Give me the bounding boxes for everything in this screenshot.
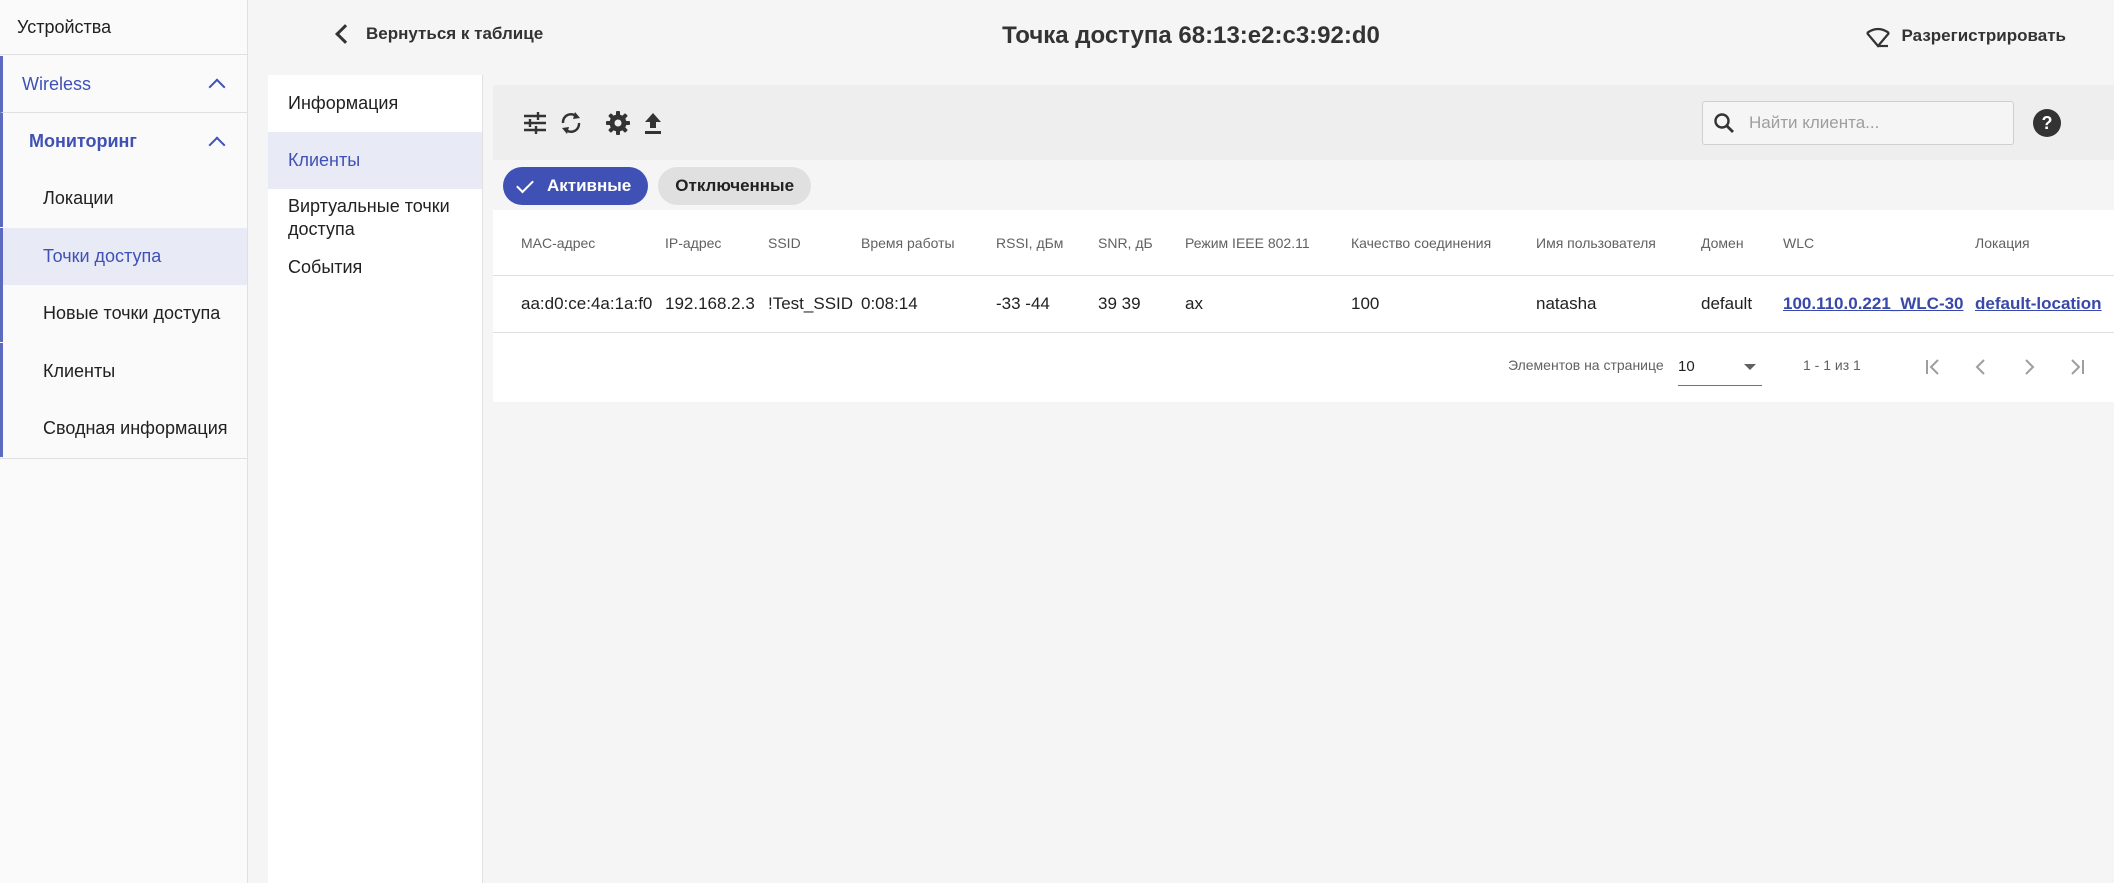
refresh-icon[interactable] [557,109,585,137]
wlc-link[interactable]: 100.110.0.221_WLC-30 [1783,276,1964,332]
page-range: 1 - 1 из 1 [1803,357,1861,373]
chevron-right-icon [2025,359,2035,375]
chip-disconnected[interactable]: Отключенные [658,167,812,205]
cell-snr: 39 39 [1098,294,1141,313]
column-header[interactable]: Качество соединения [1351,210,1491,275]
next-page-button[interactable] [2016,354,2042,380]
header: Вернуться к таблице Точка доступа 68:13:… [268,0,2114,75]
cell-ssid: !Test_SSID [768,294,854,313]
gear-icon [606,111,630,135]
help-icon[interactable]: ? [2033,109,2061,137]
last-page-icon [2071,359,2084,375]
chevron-left-icon [335,24,355,44]
tab-information[interactable]: Информация [268,75,482,132]
chevron-up-icon [208,78,226,96]
column-header[interactable]: WLC [1783,210,1814,275]
chip-label: Активные [547,176,632,195]
sidebar-item-label: Мониторинг [29,131,137,151]
sidebar-item-wireless[interactable]: Wireless [0,56,247,113]
clients-table: MAC-адрес IP-адрес SSID Время работы RSS… [493,210,2114,402]
page-size-select[interactable]: 10 [1678,348,1762,386]
cell-username: natasha [1536,294,1597,313]
column-header[interactable]: IP-адрес [665,210,721,275]
items-per-page-label: Элементов на странице [1508,357,1664,373]
column-header[interactable]: SSID [768,210,801,275]
page-title: Точка доступа 68:13:e2:c3:92:d0 [1002,22,1380,49]
tab-events[interactable]: События [268,247,482,287]
column-header[interactable]: RSSI, дБм [996,210,1063,275]
filter-icon[interactable] [521,109,549,137]
sidebar-item-monitoring[interactable]: Мониторинг [0,113,247,170]
chip-label: Отключенные [675,176,795,195]
unregister-label: Разрегистрировать [1901,26,2066,45]
column-header[interactable]: Имя пользователя [1536,210,1656,275]
upload-icon [645,113,661,134]
column-header[interactable]: Домен [1701,210,1744,275]
search-field[interactable] [1702,101,2014,145]
back-button-label: Вернуться к таблице [366,24,544,43]
detail-nav: Информация Клиенты Виртуальные точки дос… [268,75,483,883]
column-header[interactable]: SNR, дБ [1098,210,1153,275]
column-header[interactable]: Время работы [861,210,955,275]
chevron-left-icon [1975,359,1985,375]
location-link[interactable]: default-location [1975,276,2102,332]
content-panel: ? Активные Отключенные MAC-адрес IP-адре… [493,75,2114,883]
cell-mac: aa:d0:ce:4a:1a:f0 [521,294,653,313]
divider [0,458,247,459]
previous-page-button[interactable] [1968,354,1994,380]
first-page-button[interactable] [1921,354,1947,380]
tab-virtual-access-points[interactable]: Виртуальные точки доступа [268,193,482,243]
tab-label: Информация [288,93,399,113]
cell-domain: default [1701,294,1753,313]
client-status-filter: Активные Отключенные [503,167,812,205]
cell-mode: ax [1185,294,1203,313]
unregister-button[interactable]: Разрегистрировать [1864,24,2066,48]
unregister-icon [1865,27,1890,48]
sidebar: Устройства Wireless Мониторинг Локации Т… [0,0,248,883]
table-row[interactable]: aa:d0:ce:4a:1a:f0 192.168.2.3 !Test_SSID… [493,276,2114,333]
first-page-icon [1926,359,1939,375]
sidebar-item-label: Локации [43,188,114,208]
refresh-icon-glyph [561,112,581,134]
sidebar-item-label: Wireless [22,73,92,94]
chevron-up-icon [208,136,226,153]
tab-label: События [288,256,363,277]
page-size-value: 10 [1678,358,1695,375]
main-area: Вернуться к таблице Точка доступа 68:13:… [248,0,2114,883]
export-icon[interactable] [639,109,667,137]
sidebar-item-label: Точки доступа [43,246,162,266]
sidebar-item-devices[interactable]: Устройства [0,0,247,55]
sidebar-item-access-points[interactable]: Точки доступа [0,228,247,285]
tab-clients[interactable]: Клиенты [268,132,482,189]
last-page-button[interactable] [2063,354,2089,380]
sidebar-item-label: Сводная информация [43,418,228,438]
sidebar-item-new-access-points[interactable]: Новые точки доступа [0,285,247,342]
cell-ip: 192.168.2.3 [665,294,755,313]
column-header[interactable]: Локация [1975,210,2030,275]
tab-label: Виртуальные точки доступа [288,196,450,239]
sidebar-item-label: Новые точки доступа [43,303,221,323]
sidebar-item-summary[interactable]: Сводная информация [0,400,247,457]
sidebar-item-label: Клиенты [43,361,116,381]
caret-down-icon [1744,364,1756,370]
sidebar-item-label: Устройства [17,16,112,37]
column-header[interactable]: MAC-адрес [521,210,595,275]
toolbar: ? [493,85,2114,160]
cell-uptime: 0:08:14 [861,294,918,313]
back-to-table-button[interactable]: Вернуться к таблице [332,24,543,44]
search-icon [1714,113,1734,133]
settings-icon[interactable] [604,109,632,137]
cell-quality: 100 [1351,294,1380,313]
column-header[interactable]: Режим IEEE 802.11 [1185,210,1310,275]
sidebar-item-locations[interactable]: Локации [0,170,247,227]
cell-rssi: -33 -44 [996,294,1050,313]
sidebar-item-clients[interactable]: Клиенты [0,343,247,400]
check-icon [516,175,534,193]
paginator: Элементов на странице 10 1 - 1 из 1 [493,334,2114,402]
chip-active[interactable]: Активные [503,167,649,205]
table-header: MAC-адрес IP-адрес SSID Время работы RSS… [493,210,2114,276]
tab-label: Клиенты [288,150,361,170]
search-input[interactable] [1749,113,1999,133]
filter-icon-glyph [524,112,546,134]
